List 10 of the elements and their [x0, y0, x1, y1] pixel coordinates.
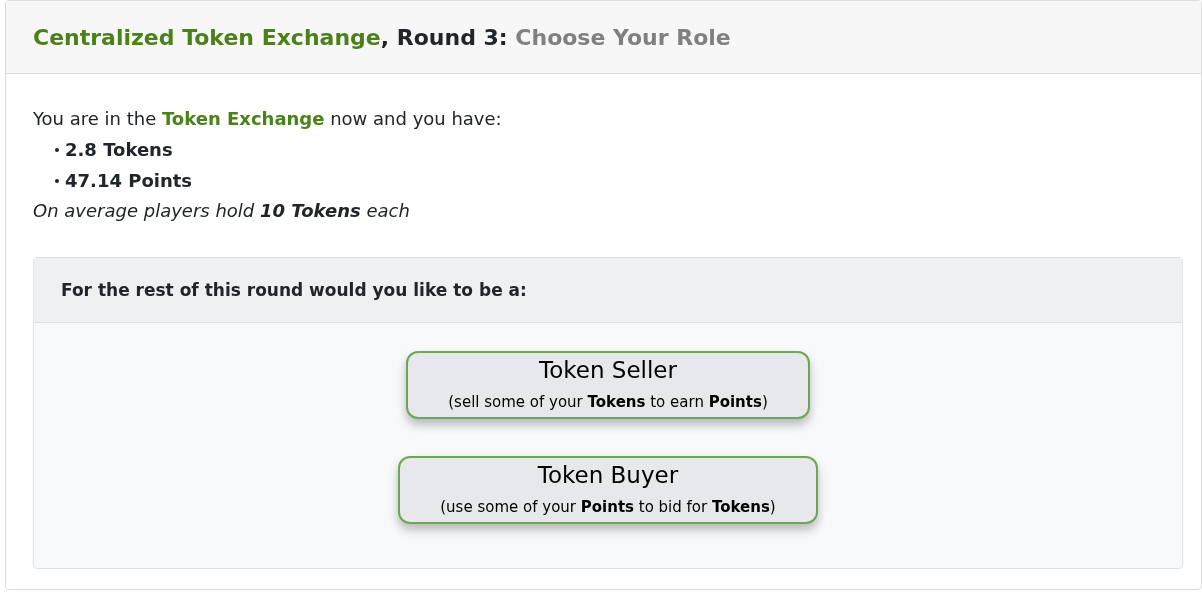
holding-text: 2.8 Tokens: [65, 138, 173, 162]
page-title: Centralized Token Exchange, Round 3: Choose Your Role: [33, 24, 731, 50]
bullet-icon: [55, 147, 59, 152]
average-note: On average players hold 10 Tokens each: [33, 199, 411, 223]
bullet-icon: [55, 178, 59, 183]
role-button[interactable]: Token Seller (sell some of your Tokens to earn Points): [406, 351, 810, 419]
role-button[interactable]: Token Buyer (use some of your Points to bid for Tokens): [398, 456, 818, 524]
holding-text: 47.14 Points: [65, 169, 193, 193]
intro-text: You are in the Token Exchange now and you have:: [33, 107, 503, 131]
role-question: For the rest of this round would you like to be a:: [61, 280, 527, 300]
